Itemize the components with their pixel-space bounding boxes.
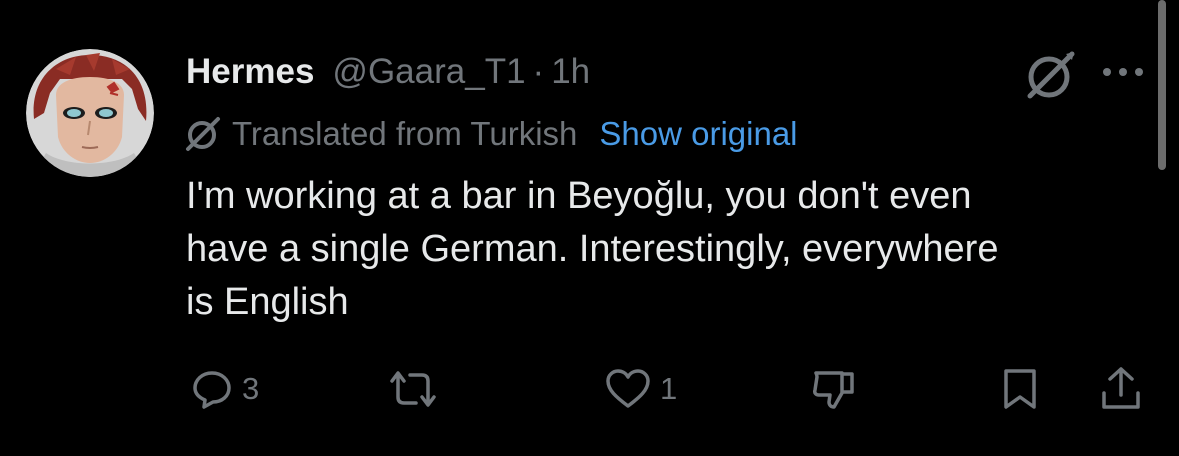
separator-dot: ·: [532, 52, 545, 91]
share-icon: [1102, 367, 1140, 409]
grok-icon[interactable]: [1022, 50, 1078, 102]
user-handle[interactable]: @Gaara_T1: [332, 52, 525, 92]
tweet[interactable]: Hermes @Gaara_T1 · 1h Translated from Tu…: [0, 0, 1179, 456]
heart-icon: [606, 369, 650, 408]
like-count: 1: [660, 371, 678, 406]
reply-count: 3: [242, 371, 260, 406]
show-original-link[interactable]: Show original: [599, 115, 797, 153]
tweet-text: I'm working at a bar in Beyoğlu, you don…: [186, 175, 999, 323]
avatar[interactable]: [26, 49, 154, 177]
reply-icon: [193, 371, 231, 409]
timestamp[interactable]: 1h: [551, 52, 590, 92]
translate-icon: [186, 117, 220, 151]
dislike-button[interactable]: [810, 362, 858, 416]
thumbs-down-icon: [813, 371, 854, 409]
reply-button[interactable]: 3: [190, 362, 259, 416]
translation-bar: Translated from Turkish Show original: [184, 112, 798, 156]
avatar-image: [26, 49, 154, 177]
display-name[interactable]: Hermes: [186, 52, 314, 92]
like-button[interactable]: 1: [604, 362, 677, 416]
repost-button[interactable]: [386, 362, 448, 416]
share-button[interactable]: [1098, 362, 1144, 416]
action-bar: 3 1: [0, 362, 1179, 416]
translated-label: Translated from Turkish: [232, 115, 578, 152]
tweet-header: Hermes @Gaara_T1 · 1h: [186, 50, 590, 94]
repost-icon: [390, 371, 436, 407]
bookmark-button[interactable]: [1000, 362, 1040, 416]
scrollbar[interactable]: [1158, 0, 1166, 170]
bookmark-icon: [1004, 369, 1036, 409]
more-icon[interactable]: [1100, 62, 1146, 82]
